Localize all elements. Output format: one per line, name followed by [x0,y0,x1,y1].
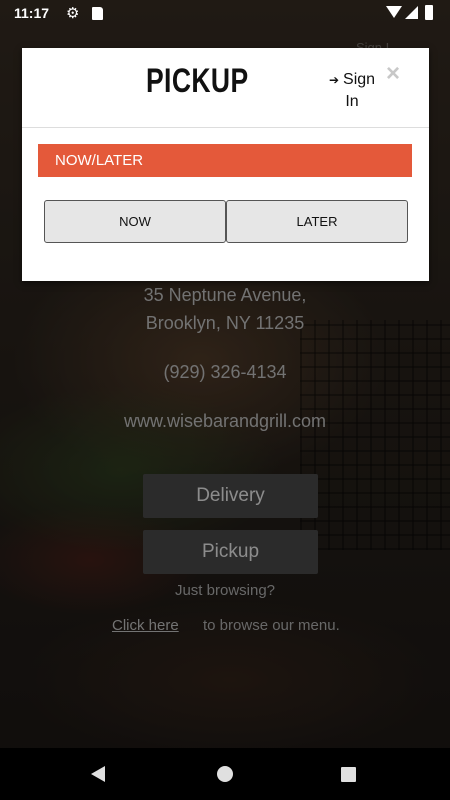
close-icon[interactable]: × [386,60,400,88]
recents-icon[interactable] [341,767,356,782]
modal-title: PICKUP [145,62,249,100]
section-label: NOW/LATER [55,152,144,169]
wifi-icon [386,6,402,18]
gear-icon: ⚙ [66,5,80,22]
sd-card-icon [92,7,103,20]
pickup-modal: PICKUP ➔ Sign In × NOW/LATER NOW LATER [22,48,429,281]
home-icon[interactable] [217,766,233,782]
now-later-section-header: NOW/LATER [38,144,412,177]
navigation-bar [0,748,450,800]
back-icon[interactable] [91,766,105,782]
status-time: 11:17 [14,5,50,21]
modal-divider [22,127,429,128]
signal-icon [405,6,418,19]
sign-in-link[interactable]: ➔ Sign In [322,69,382,113]
sign-in-label: Sign In [343,71,376,110]
battery-icon [425,5,433,20]
now-button[interactable]: NOW [44,200,226,243]
later-button[interactable]: LATER [226,200,408,243]
status-bar: 11:17 ⚙ [0,0,450,26]
sign-in-icon: ➔ [328,73,340,87]
